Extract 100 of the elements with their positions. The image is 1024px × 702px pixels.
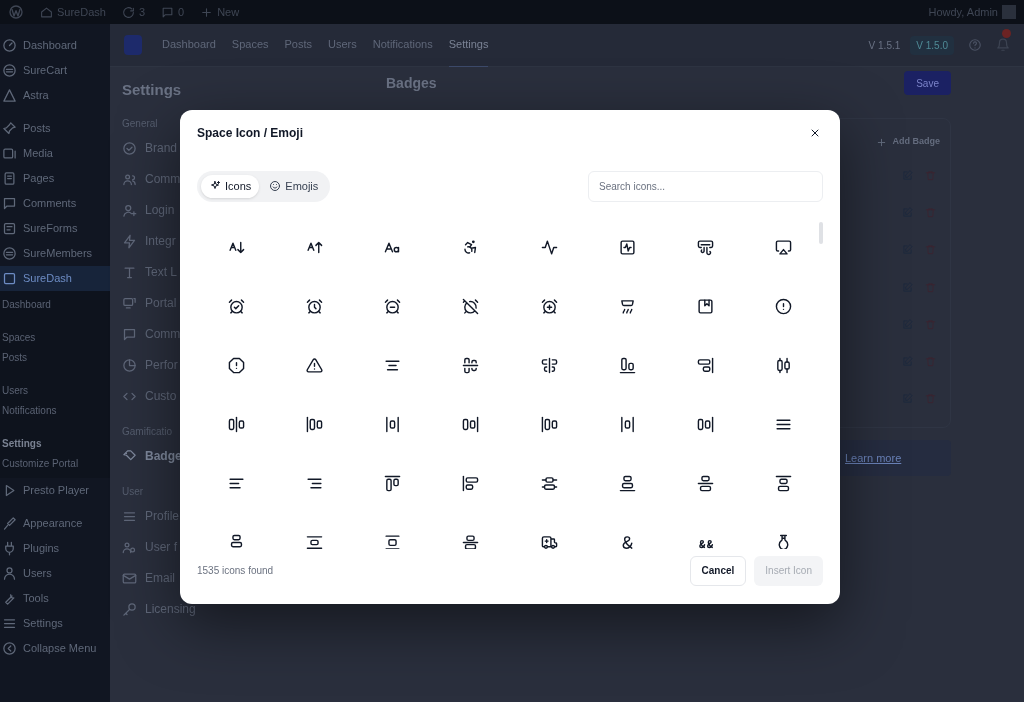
cancel-button[interactable]: Cancel <box>689 555 747 586</box>
tab[interactable]: Icons <box>201 174 260 198</box>
align-right-edge-icon[interactable] <box>697 356 715 374</box>
smoke-detector-icon[interactable] <box>618 297 636 315</box>
admin-menu-item[interactable]: Posts <box>0 116 110 141</box>
nav-tab[interactable]: Spaces <box>231 23 269 67</box>
admin-menu-item[interactable]: Presto Player <box>0 478 110 503</box>
learn-more-link[interactable]: Learn more <box>845 449 902 467</box>
settings-menu-item[interactable]: Profile <box>122 500 179 532</box>
align-top-icon[interactable] <box>384 474 402 492</box>
align-left-edge-icon[interactable] <box>462 474 480 492</box>
version-badge: V 1.5.0 <box>910 35 954 55</box>
align-bottom-icon[interactable] <box>618 356 636 374</box>
admin-menu-item[interactable]: SureDash <box>0 266 110 291</box>
key-icon <box>122 601 137 617</box>
alarm-clock-check-icon[interactable] <box>227 297 245 315</box>
alarm-clock-off-icon[interactable] <box>462 297 480 315</box>
admin-submenu-item[interactable]: Dashboard <box>0 295 110 315</box>
settings-menu-item[interactable]: Badge <box>122 440 182 472</box>
alert-triangle-icon[interactable] <box>305 356 323 374</box>
admin-menu-item[interactable]: SureMembers <box>0 241 110 266</box>
admin-submenu-item[interactable]: Notifications <box>0 401 110 421</box>
scrollbar-thumb[interactable] <box>819 221 823 244</box>
admin-menu-item[interactable]: Collapse Menu <box>0 636 110 661</box>
tab[interactable]: Emojis <box>261 174 327 198</box>
logo-icon <box>124 35 142 55</box>
album-icon[interactable] <box>697 297 715 315</box>
space-around-horizontal-icon[interactable] <box>384 415 402 433</box>
admin-menu-item[interactable]: Comments <box>0 191 110 216</box>
admin-submenu-item[interactable]: Spaces <box>0 328 110 348</box>
admin-menu-item[interactable]: Dashboard <box>0 33 110 58</box>
settings-menu-item[interactable]: Portal <box>122 287 177 319</box>
nav-tab[interactable]: Posts <box>284 23 313 67</box>
admin-submenu-item[interactable]: Customize Portal <box>0 454 110 474</box>
nav-tab[interactable]: Notifications <box>372 23 433 67</box>
admin-menu-item[interactable]: Appearance <box>0 511 110 536</box>
admin-submenu-item[interactable]: Posts <box>0 348 110 368</box>
admin-menu-item[interactable]: Plugins <box>0 536 110 561</box>
admin-menu-item[interactable]: Tools <box>0 586 110 611</box>
justify-horizontal-start-icon[interactable] <box>305 415 323 433</box>
settings-menu-item[interactable]: Licensing <box>122 593 196 625</box>
admin-submenu-item[interactable]: Users <box>0 381 110 401</box>
screen-cast-icon[interactable] <box>775 238 793 256</box>
admin-menu-item[interactable]: Pages <box>0 166 110 191</box>
admin-menu-item[interactable]: Media <box>0 141 110 166</box>
align-center-horizontal-icon[interactable] <box>462 356 480 374</box>
alarm-clock-minus-icon[interactable] <box>384 297 402 315</box>
settings-menu-item[interactable]: Email <box>122 562 175 594</box>
gauge-icon <box>2 38 17 53</box>
search-field[interactable]: Search icons... <box>588 170 823 202</box>
distribute-vertical-icon[interactable] <box>540 474 558 492</box>
justify-horizontal-end-icon[interactable] <box>462 415 480 433</box>
distribute-horizontal-icon[interactable] <box>775 356 793 374</box>
admin-menu-item[interactable]: SureForms <box>0 216 110 241</box>
alert-circle-icon[interactable] <box>775 297 793 315</box>
nav-tab[interactable]: Dashboard <box>162 23 216 67</box>
refresh-icon <box>121 5 135 19</box>
space-around-horizontal-icon[interactable] <box>618 415 636 433</box>
speech-bubble-icon <box>122 326 137 342</box>
triangle-icon <box>2 88 17 103</box>
settings-menu-item[interactable]: Perfor <box>122 349 178 381</box>
justify-vertical-between-icon[interactable] <box>462 533 480 550</box>
air-vent-icon[interactable] <box>697 238 715 256</box>
site-name-link[interactable]: SureDash <box>40 3 106 21</box>
settings-menu-item[interactable]: Comm <box>122 318 181 350</box>
alert-octagon-icon[interactable] <box>227 356 245 374</box>
admin-menu-item[interactable]: Settings <box>0 611 110 636</box>
nav-tab[interactable]: Users <box>328 23 357 67</box>
justify-horizontal-end-icon[interactable] <box>697 415 715 433</box>
page-heading: Badges <box>386 73 437 93</box>
account-link[interactable]: Howdy, Admin <box>928 3 1016 21</box>
save-button[interactable]: Save <box>904 71 951 95</box>
admin-menu-item[interactable]: SureCart <box>0 58 110 83</box>
dialog-title: Space Icon / Emoji <box>197 125 304 143</box>
nav-tab[interactable]: Settings <box>448 23 489 67</box>
space-around-vertical-icon[interactable] <box>305 533 323 550</box>
updates-link[interactable]: 3 <box>121 3 146 21</box>
plus-icon <box>200 5 214 19</box>
settings-menu-item[interactable]: Login <box>122 194 175 226</box>
add-badge-link[interactable]: Add Badge <box>876 133 940 152</box>
settings-menu-item[interactable]: Comm <box>122 163 181 195</box>
pulse-icon[interactable] <box>540 238 558 256</box>
ambulance-icon[interactable] <box>540 533 558 550</box>
new-link[interactable]: New <box>200 3 240 21</box>
justify-vertical-center-icon[interactable] <box>697 474 715 492</box>
justify-vertical-start-icon[interactable] <box>775 474 793 492</box>
settings-menu-item[interactable]: Brand <box>122 132 178 164</box>
justify-horizontal-center-icon[interactable] <box>227 415 245 433</box>
align-center-vertical-icon[interactable] <box>540 356 558 374</box>
space-between-vertical-icon[interactable] <box>384 533 402 550</box>
justify-horizontal-start-icon[interactable] <box>540 415 558 433</box>
alarm-clock-plus-icon[interactable] <box>540 297 558 315</box>
pulse-square-icon[interactable] <box>618 238 636 256</box>
settings-menu-item[interactable]: Custo <box>122 380 177 412</box>
admin-submenu-item[interactable]: Settings <box>0 434 110 454</box>
person-icon <box>2 566 17 581</box>
justify-vertical-end-icon[interactable] <box>618 474 636 492</box>
admin-menu-item[interactable]: Astra <box>0 83 110 108</box>
admin-menu-item[interactable]: Users <box>0 561 110 586</box>
alarm-clock-icon[interactable] <box>305 297 323 315</box>
